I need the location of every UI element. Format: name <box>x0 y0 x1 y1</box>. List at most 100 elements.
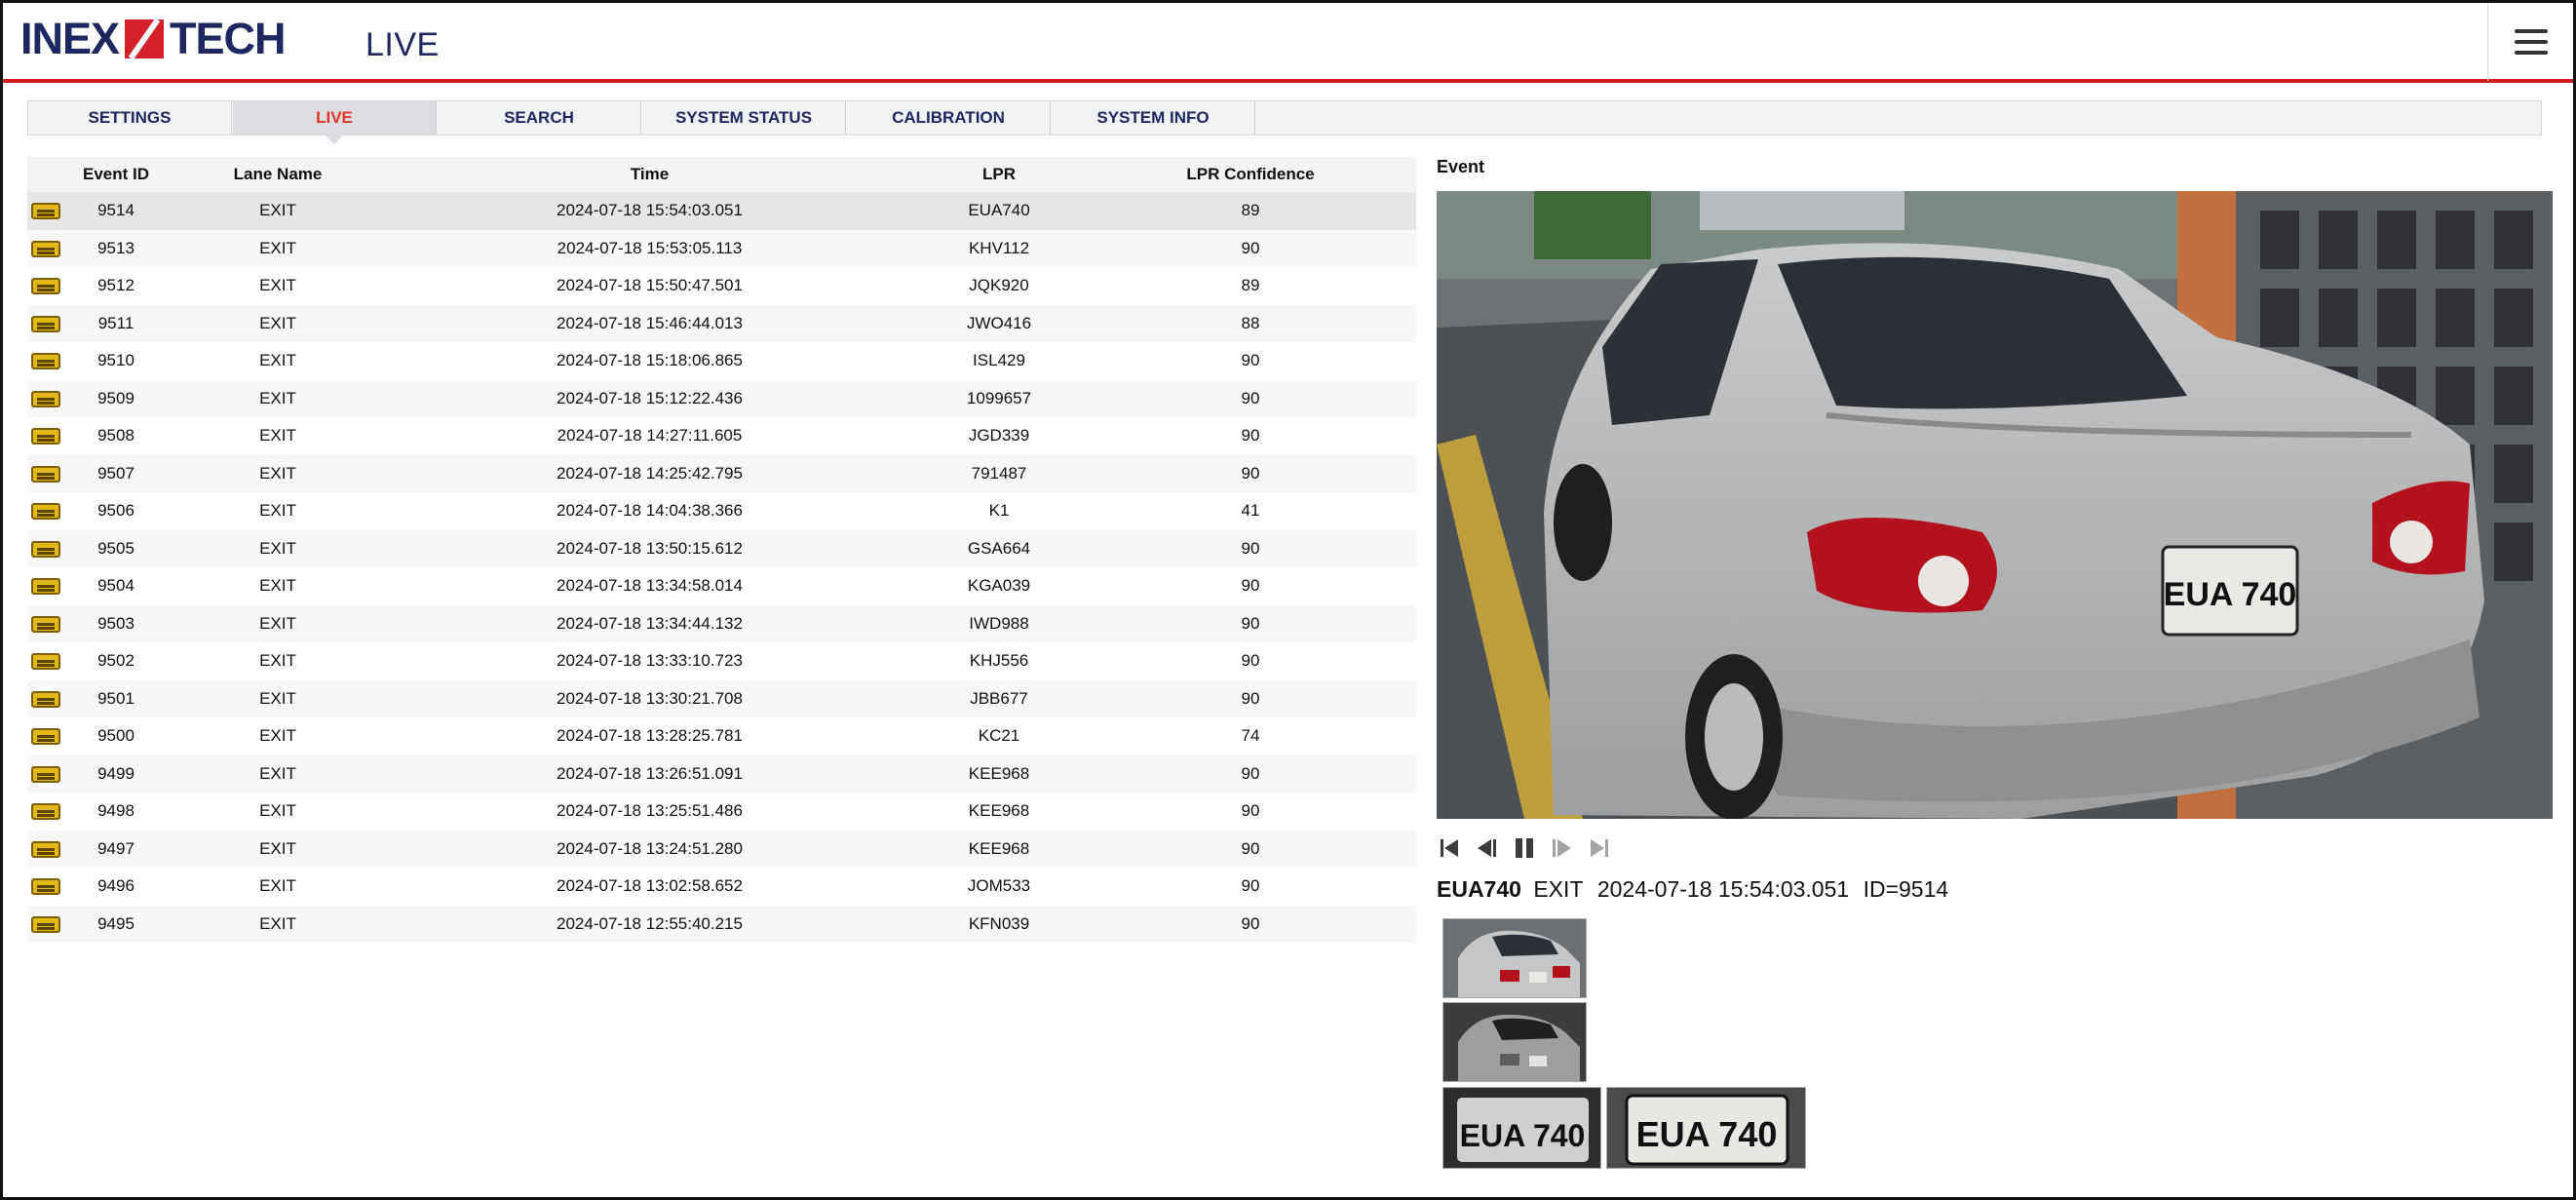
row-icon-cell <box>27 831 62 869</box>
table-row[interactable]: 9514 EXIT 2024-07-18 15:54:03.051 EUA740 89 <box>27 192 1416 230</box>
cell-lpr-confidence: 90 <box>1241 388 1260 407</box>
cell-event-id: 9501 <box>97 688 135 708</box>
tab-system-status[interactable]: SYSTEM STATUS <box>642 101 846 135</box>
row-icon-cell <box>27 230 62 268</box>
cell-lpr: EUA740 <box>968 201 1030 220</box>
table-row[interactable]: 9507 EXIT 2024-07-18 14:25:42.795 791487 90 <box>27 454 1416 492</box>
step-back-icon[interactable] <box>1474 834 1501 862</box>
table-row[interactable]: 9512 EXIT 2024-07-18 15:50:47.501 JQK920 89 <box>27 267 1416 305</box>
table-row[interactable]: 9506 EXIT 2024-07-18 14:04:38.366 K1 41 <box>27 492 1416 530</box>
license-plate-icon <box>31 203 60 220</box>
license-plate-icon <box>31 915 60 933</box>
table-row[interactable]: 9513 EXIT 2024-07-18 15:53:05.113 KHV112 90 <box>27 229 1416 268</box>
cell-lpr-confidence: 90 <box>1241 576 1260 596</box>
license-plate-icon <box>31 878 60 896</box>
row-icon-cell <box>27 492 62 530</box>
cell-time: 2024-07-18 13:34:44.132 <box>557 613 743 633</box>
license-plate-icon <box>31 315 60 332</box>
cell-lpr: JGD339 <box>968 426 1030 445</box>
license-plate-icon <box>31 278 60 295</box>
table-row[interactable]: 9511 EXIT 2024-07-18 15:46:44.013 JWO416 88 <box>27 304 1416 342</box>
table-row[interactable]: 9504 EXIT 2024-07-18 13:34:58.014 KGA039 90 <box>27 567 1416 605</box>
table-row[interactable]: 9505 EXIT 2024-07-18 13:50:15.612 GSA664 90 <box>27 529 1416 567</box>
cell-lpr-confidence: 41 <box>1241 501 1260 521</box>
column-header-lpr[interactable]: LPR <box>913 157 1085 192</box>
main-tabbar: SETTINGS LIVE SEARCH SYSTEM STATUS CALIB… <box>27 100 2542 144</box>
row-icon-cell <box>27 605 62 643</box>
cell-lane-name: EXIT <box>259 763 296 783</box>
thumbnail-color-image[interactable] <box>1442 918 1587 998</box>
step-forward-icon[interactable] <box>1548 834 1575 862</box>
cell-event-id: 9512 <box>97 276 135 295</box>
tab-system-info[interactable]: SYSTEM INFO <box>1052 101 1255 135</box>
cell-time: 2024-07-18 15:12:22.436 <box>557 388 743 407</box>
table-row[interactable]: 9503 EXIT 2024-07-18 13:34:44.132 IWD988 90 <box>27 604 1416 643</box>
cell-time: 2024-07-18 13:28:25.781 <box>557 726 743 746</box>
table-row[interactable]: 9501 EXIT 2024-07-18 13:30:21.708 JBB677 90 <box>27 679 1416 717</box>
tab-settings[interactable]: SETTINGS <box>28 101 232 135</box>
license-plate-icon <box>31 840 60 858</box>
table-row[interactable]: 9495 EXIT 2024-07-18 12:55:40.215 KFN039 90 <box>27 905 1416 943</box>
license-plate-icon <box>31 690 60 708</box>
license-plate-icon <box>31 615 60 633</box>
cell-event-id: 9503 <box>97 613 135 633</box>
skip-first-icon[interactable] <box>1437 834 1464 862</box>
column-header-time[interactable]: Time <box>386 157 913 192</box>
cell-lpr: GSA664 <box>967 538 1031 558</box>
cell-event-id: 9499 <box>97 763 135 783</box>
license-plate-icon <box>31 428 60 445</box>
table-row[interactable]: 9508 EXIT 2024-07-18 14:27:11.605 JGD339 90 <box>27 417 1416 455</box>
table-row[interactable]: 9499 EXIT 2024-07-18 13:26:51.091 KEE968 90 <box>27 755 1416 793</box>
column-header-event-id[interactable]: Event ID <box>62 157 170 192</box>
app-window: INEX TECH LIVE SETTINGS LIVE SEARCH SYST… <box>0 0 2576 1200</box>
row-icon-cell <box>27 417 62 455</box>
cell-lpr-confidence: 89 <box>1241 276 1260 295</box>
column-header-lane-name[interactable]: Lane Name <box>170 157 386 192</box>
cell-lpr: KEE968 <box>968 838 1030 858</box>
table-row[interactable]: 9509 EXIT 2024-07-18 15:12:22.436 1099657 90 <box>27 379 1416 417</box>
table-row[interactable]: 9510 EXIT 2024-07-18 15:18:06.865 ISL429 90 <box>27 342 1416 380</box>
cell-time: 2024-07-18 13:26:51.091 <box>557 763 743 783</box>
hamburger-menu-icon[interactable] <box>2487 3 2573 81</box>
cell-time: 2024-07-18 13:33:10.723 <box>557 651 743 671</box>
cell-lpr: KEE968 <box>968 801 1030 821</box>
table-row[interactable]: 9502 EXIT 2024-07-18 13:33:10.723 KHJ556 90 <box>27 642 1416 680</box>
cell-lpr: KGA039 <box>967 576 1031 596</box>
cell-event-id: 9513 <box>97 238 135 257</box>
thumbnail-plate-text-color: EUA 740 <box>1636 1114 1778 1154</box>
table-row[interactable]: 9497 EXIT 2024-07-18 13:24:51.280 KEE968 90 <box>27 830 1416 869</box>
thumbnail-plate-crop-ir[interactable]: EUA 740 <box>1442 1087 1601 1169</box>
thumbnail-ir-image[interactable] <box>1442 1002 1587 1082</box>
cell-lane-name: EXIT <box>259 388 296 407</box>
tab-live[interactable]: LIVE <box>233 101 437 144</box>
pause-icon[interactable] <box>1511 834 1538 862</box>
cell-time: 2024-07-18 12:55:40.215 <box>557 913 743 933</box>
cell-event-id: 9496 <box>97 876 135 896</box>
cell-event-id: 9498 <box>97 801 135 821</box>
cell-time: 2024-07-18 13:25:51.486 <box>557 801 743 821</box>
thumbnail-plate-text: EUA 740 <box>1460 1118 1586 1153</box>
column-header-lpr-confidence[interactable]: LPR Confidence <box>1085 157 1416 192</box>
event-time: 2024-07-18 15:54:03.051 <box>1596 876 1850 902</box>
row-icon-cell <box>27 342 62 380</box>
event-vehicle-image[interactable]: EUA 740 <box>1437 191 2553 819</box>
thumbnail-plate-crop-color[interactable]: EUA 740 <box>1606 1087 1806 1169</box>
table-row[interactable]: 9496 EXIT 2024-07-18 13:02:58.652 JOM533 90 <box>27 868 1416 906</box>
cell-lpr: KEE968 <box>968 763 1030 783</box>
tab-calibration[interactable]: CALIBRATION <box>847 101 1051 135</box>
table-row[interactable]: 9500 EXIT 2024-07-18 13:28:25.781 KC21 74 <box>27 717 1416 755</box>
cell-time: 2024-07-18 15:50:47.501 <box>557 276 743 295</box>
cell-event-id: 9514 <box>97 201 135 220</box>
cell-lpr: KHJ556 <box>969 651 1029 671</box>
license-plate-icon <box>31 465 60 483</box>
event-lane: EXIT <box>1533 876 1584 902</box>
events-table: Event ID Lane Name Time LPR LPR Confiden… <box>27 157 1416 943</box>
cell-lpr: 791487 <box>971 463 1027 483</box>
tab-search[interactable]: SEARCH <box>438 101 641 135</box>
row-icon-cell <box>27 717 62 755</box>
cell-lane-name: EXIT <box>259 501 296 521</box>
table-row[interactable]: 9498 EXIT 2024-07-18 13:25:51.486 KEE968 90 <box>27 793 1416 831</box>
skip-last-icon[interactable] <box>1585 834 1612 862</box>
cell-event-id: 9508 <box>97 426 135 445</box>
player-controls <box>1437 833 1612 863</box>
